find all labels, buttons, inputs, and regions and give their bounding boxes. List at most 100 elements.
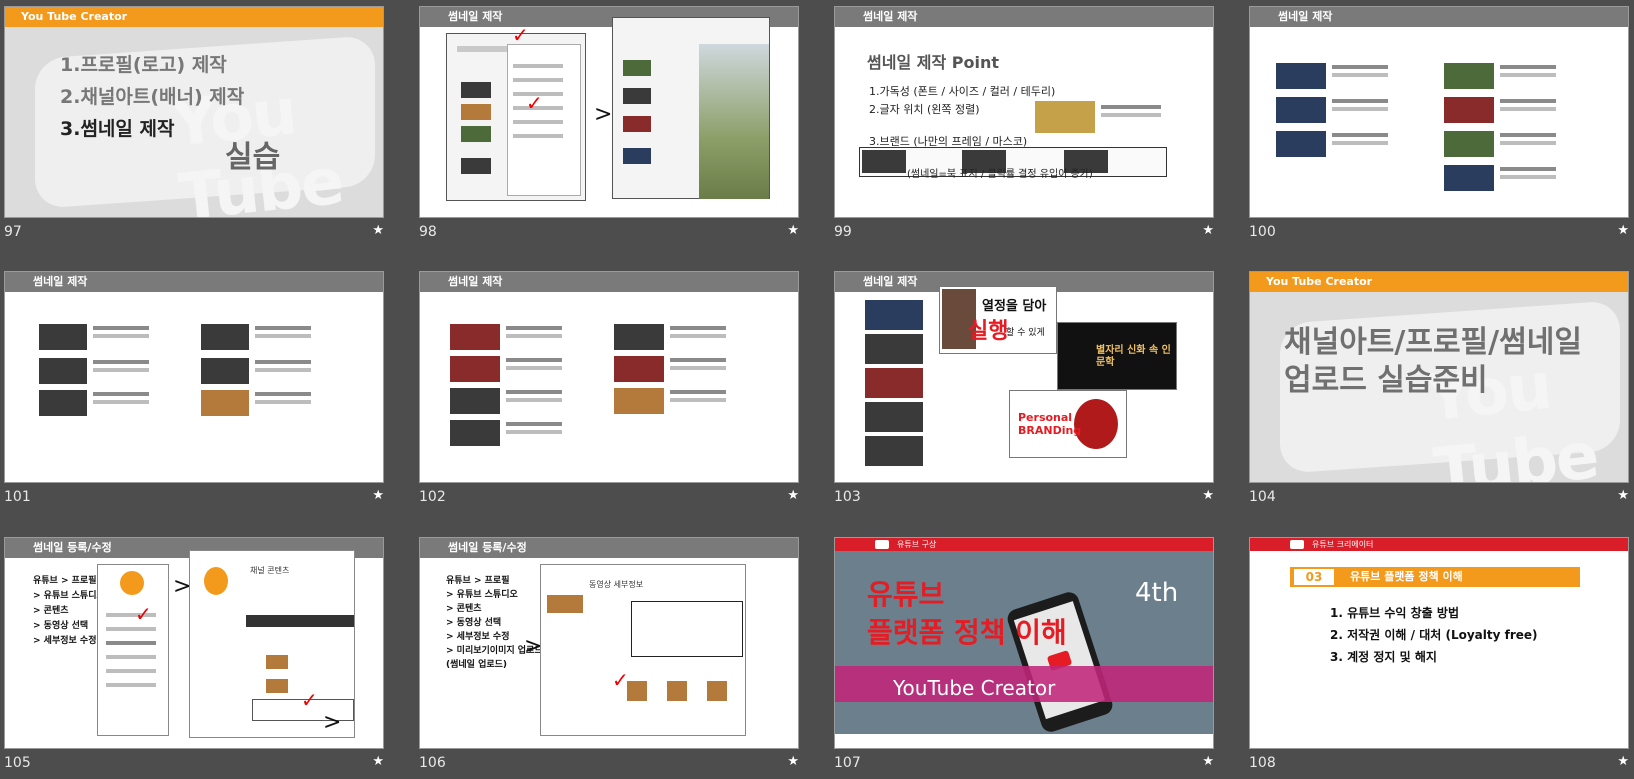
slide-tile-97[interactable]: You Tube Creator You Tube 1.프로필(로고) 제작 2… [0,0,384,240]
slide-thumbnail-107[interactable]: 유튜브 구상 유튜브 플랫폼 정책 이해 4th YouTube Creator [834,537,1214,749]
slide-caption: 105 ★ [4,751,384,775]
slide-tile-102[interactable]: 썸네일 제작 102 ★ [415,265,799,505]
slide-number: 108 [1249,755,1276,771]
slide-title: 썸네일 제작 Point [867,53,999,72]
slide-header: 썸네일 등록/수정 [420,538,798,558]
star-icon[interactable]: ★ [787,488,799,503]
list-item: 1.프로필(로고) 제작 [60,54,227,76]
section-number: 03 [1294,569,1334,585]
screenshot-image [446,33,586,201]
slide-list: 1. 유튜브 수익 창출 방법 2. 저작권 이해 / 대처 (Loyalty … [1330,602,1538,668]
list-item: 3. 계정 정지 및 해지 [1330,650,1437,664]
slide-tile-106[interactable]: 썸네일 등록/수정 유튜브 > 프로필 > 유튜브 스튜디오 > 콘텐츠 > 동… [415,531,799,771]
slide-header: 썸네일 제작 [5,272,383,292]
slide-tile-108[interactable]: 유튜브 크리에이터 03 유튜브 플랫폼 정책 이해 1. 유튜브 수익 창출 … [1245,531,1629,771]
screenshot-image [97,564,169,736]
slide-tile-99[interactable]: 썸네일 제작 썸네일 제작 Point 1.가독성 (폰트 / 사이즈 / 컬러… [830,0,1214,240]
slide-tile-107[interactable]: 유튜브 구상 유튜브 플랫폼 정책 이해 4th YouTube Creator… [830,531,1214,771]
slide-number: 99 [834,224,852,240]
myth-card: 별자리 신화 속 인문학 [1057,322,1177,390]
slide-header: You Tube Creator [1250,272,1628,292]
star-icon[interactable]: ★ [1202,754,1214,769]
slide-thumbnail-108[interactable]: 유튜브 크리에이터 03 유튜브 플랫폼 정책 이해 1. 유튜브 수익 창출 … [1249,537,1629,749]
passion-card: 열정을 담아 실행 할 수 있게 [939,286,1057,354]
list-item: 3.썸네일 제작 [60,118,175,140]
slide-tile-105[interactable]: 썸네일 등록/수정 유튜브 > 프로필 > 유튜브 스튜디오 > 콘텐츠 > 동… [0,531,384,771]
slide-title: 채널아트/프로필/썸네일 업로드 실습준비 [1284,324,1582,400]
list-item: 2. 저작권 이해 / 대처 (Loyalty free) [1330,628,1538,642]
slide-thumbnail-97[interactable]: You Tube Creator You Tube 1.프로필(로고) 제작 2… [4,6,384,218]
slide-header: You Tube Creator [5,7,383,27]
slide-thumbnail-100[interactable]: 썸네일 제작 [1249,6,1629,218]
title-line: 채널아트/프로필/썸네일 [1284,325,1582,360]
star-icon[interactable]: ★ [787,223,799,238]
slide-caption: 107 ★ [834,751,1214,775]
slide-caption: 104 ★ [1249,485,1629,509]
title-line: 플랫폼 정책 이해 [867,616,1067,649]
list-item: 2.채널아트(배너) 제작 [60,86,245,108]
point-item: 1.가독성 (폰트 / 사이즈 / 컬러 / 테두리) [869,85,1056,98]
slide-number: 103 [834,489,861,505]
slide-caption: 98 ★ [419,220,799,244]
checkmark-icon: ✓ [135,602,152,626]
star-icon[interactable]: ★ [372,754,384,769]
slide-tile-104[interactable]: You Tube Creator You Tube 채널아트/프로필/썸네일 업… [1245,265,1629,505]
slide-tile-103[interactable]: 썸네일 제작 열정을 담아 실행 할 수 있게 별자리 신화 속 인문학 Per… [830,265,1214,505]
checkmark-icon: ✓ [512,23,529,47]
slide-thumbnail-103[interactable]: 썸네일 제작 열정을 담아 실행 할 수 있게 별자리 신화 속 인문학 Per… [834,271,1214,483]
slide-caption: 102 ★ [419,485,799,509]
note-text: (썸네일=북 표지 / 클릭률 결정 유입이 증가) [907,169,1093,180]
slide-caption: 101 ★ [4,485,384,509]
slide-number: 100 [1249,224,1276,240]
star-icon[interactable]: ★ [1617,488,1629,503]
slide-header: 썸네일 제작 [1250,7,1628,27]
slide-thumbnail-98[interactable]: 썸네일 제작 ✓ ✓ > [419,6,799,218]
slide-thumbnail-99[interactable]: 썸네일 제작 썸네일 제작 Point 1.가독성 (폰트 / 사이즈 / 컬러… [834,6,1214,218]
list-item: 1. 유튜브 수익 창출 방법 [1330,606,1459,620]
slide-number: 104 [1249,489,1276,505]
slide-caption: 106 ★ [419,751,799,775]
slide-header: 유튜브 크리에이터 [1312,540,1374,549]
slide-tile-101[interactable]: 썸네일 제작 101 ★ [0,265,384,505]
slide-header: 유튜브 구상 [897,540,937,549]
slide-number: 106 [419,755,446,771]
star-icon[interactable]: ★ [1617,754,1629,769]
slide-list: 1.프로필(로고) 제작 2.채널아트(배너) 제작 3.썸네일 제작 [60,49,244,145]
slide-thumbnail-102[interactable]: 썸네일 제작 [419,271,799,483]
star-icon[interactable]: ★ [1617,223,1629,238]
practice-label: 실습 [225,140,281,175]
arrow-icon: > [594,102,613,127]
screenshot-image [612,17,770,199]
slide-caption: 103 ★ [834,485,1214,509]
slide-thumbnail-106[interactable]: 썸네일 등록/수정 유튜브 > 프로필 > 유튜브 스튜디오 > 콘텐츠 > 동… [419,537,799,749]
slide-tile-98[interactable]: 썸네일 제작 ✓ ✓ > 98 ★ [415,0,799,240]
star-icon[interactable]: ★ [372,488,384,503]
slide-footer [835,734,1213,748]
red-header-bar [835,538,1213,551]
screenshot-image: 동영상 세부정보 [540,564,746,736]
slide-caption: 99 ★ [834,220,1214,244]
arrow-icon: > [323,710,342,735]
edition-badge: 4th [1135,578,1179,608]
thumbnail-image [1035,101,1095,133]
youtube-logo-icon [875,540,889,549]
checkmark-icon: ✓ [612,668,629,692]
checkmark-icon: ✓ [301,688,318,712]
slide-sorter-grid: You Tube Creator You Tube 1.프로필(로고) 제작 2… [0,0,1634,779]
point-item: 2.글자 위치 (왼쪽 정렬) [869,103,980,116]
youtube-logo-icon [1290,540,1304,549]
steps-list: 유튜브 > 프로필 > 유튜브 스튜디오 > 콘텐츠 > 동영상 선택 > 세부… [33,576,105,646]
slide-caption: 108 ★ [1249,751,1629,775]
slide-number: 105 [4,755,31,771]
slide-thumbnail-105[interactable]: 썸네일 등록/수정 유튜브 > 프로필 > 유튜브 스튜디오 > 콘텐츠 > 동… [4,537,384,749]
star-icon[interactable]: ★ [1202,223,1214,238]
star-icon[interactable]: ★ [1202,488,1214,503]
title-line: 유튜브 [867,578,945,611]
slide-thumbnail-104[interactable]: You Tube Creator You Tube 채널아트/프로필/썸네일 업… [1249,271,1629,483]
star-icon[interactable]: ★ [787,754,799,769]
slide-thumbnail-101[interactable]: 썸네일 제작 [4,271,384,483]
branding-card: Personal BRANDing [1009,390,1127,458]
star-icon[interactable]: ★ [372,223,384,238]
slide-tile-100[interactable]: 썸네일 제작 100 ★ [1245,0,1629,240]
title-line: 업로드 실습준비 [1284,363,1488,398]
